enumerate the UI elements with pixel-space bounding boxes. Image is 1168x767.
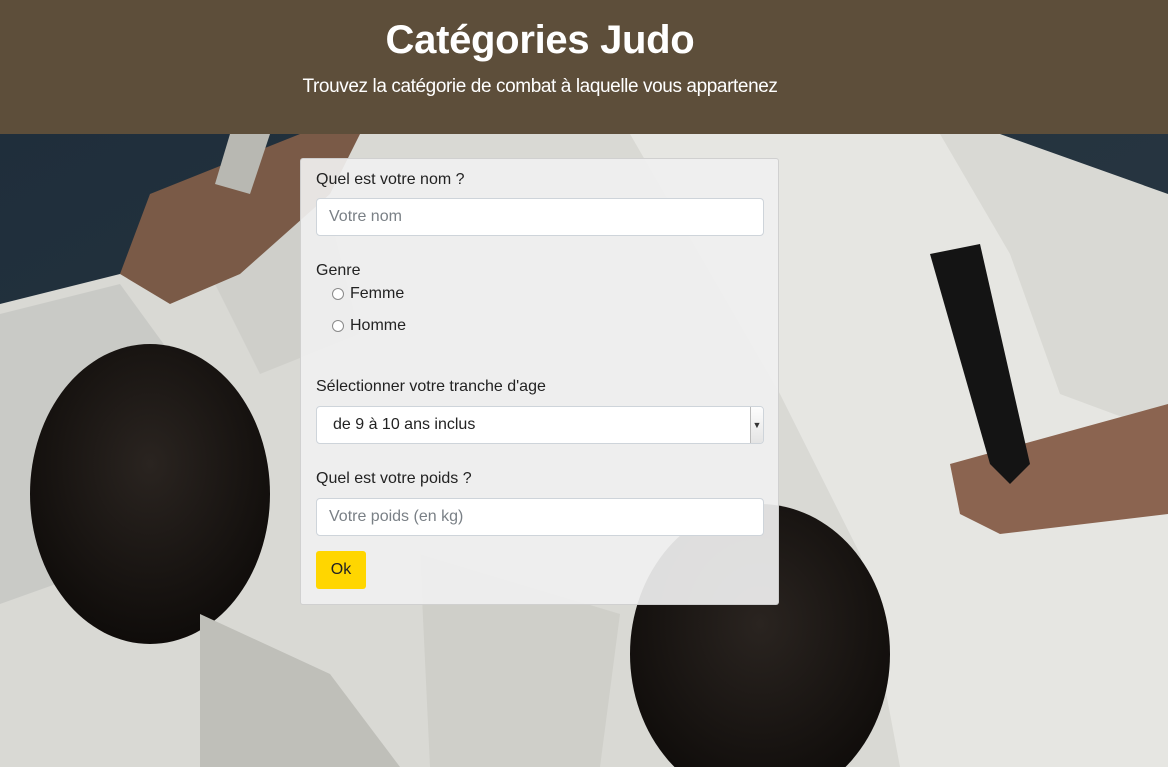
judo-category-form: Quel est votre nom ? Genre Femme Homme S… [300, 158, 779, 605]
age-range-label: Sélectionner votre tranche d'age [316, 378, 546, 395]
radio-homme-input[interactable] [332, 320, 344, 332]
page-header: Catégories Judo Trouvez la catégorie de … [0, 0, 1168, 134]
radio-femme-label[interactable]: Femme [350, 285, 404, 303]
page-subtitle: Trouvez la catégorie de combat à laquell… [302, 76, 778, 97]
gender-label: Genre [316, 262, 361, 279]
radio-femme-input[interactable] [332, 288, 344, 300]
radio-option-femme[interactable]: Femme [332, 285, 404, 303]
age-range-selected-value[interactable]: de 9 à 10 ans inclus [333, 416, 475, 434]
weight-label: Quel est votre poids ? [316, 470, 472, 487]
age-range-select[interactable]: de 9 à 10 ans inclus ▼ [316, 406, 764, 444]
chevron-down-icon[interactable]: ▼ [750, 407, 763, 443]
radio-homme-label[interactable]: Homme [350, 317, 406, 335]
ok-button[interactable]: Ok [316, 551, 366, 589]
page-title: Catégories Judo [385, 18, 695, 62]
name-label: Quel est votre nom ? [316, 171, 465, 188]
name-input[interactable] [316, 198, 764, 236]
radio-option-homme[interactable]: Homme [332, 317, 406, 335]
weight-input[interactable] [316, 498, 764, 536]
